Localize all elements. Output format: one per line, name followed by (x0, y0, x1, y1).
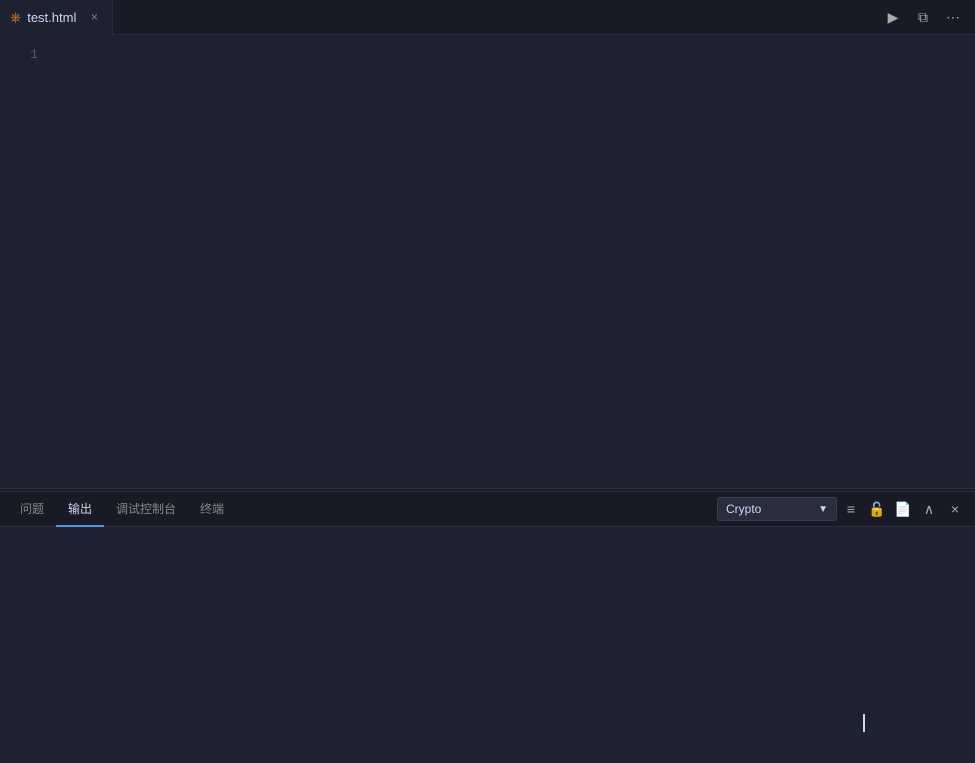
lock-scroll-button[interactable]: 🔓 (865, 497, 889, 521)
tab-output[interactable]: 输出 (56, 492, 104, 527)
dropdown-value: Crypto (726, 502, 761, 516)
output-source-dropdown[interactable]: Crypto ▼ (717, 497, 837, 521)
html-file-icon: ⎈ (10, 9, 21, 26)
more-actions-button[interactable]: ⋯ (939, 3, 967, 31)
new-file-button[interactable]: 📄 (891, 497, 915, 521)
collapse-panel-button[interactable]: ∧ (917, 497, 941, 521)
dropdown-arrow-icon: ▼ (818, 504, 828, 515)
line-number-1: 1 (0, 45, 38, 65)
tab-problems[interactable]: 问题 (8, 492, 56, 527)
bottom-panel: 问题 输出 调试控制台 终端 Crypto ▼ ≡ 🔓 📄 ∧ × (0, 492, 975, 762)
editor-area[interactable]: 1 (0, 35, 975, 488)
tab-actions: ▶ ⧉ ⋯ (879, 3, 975, 31)
editor-content[interactable] (50, 35, 975, 488)
tab-filename: test.html (27, 10, 76, 25)
tab-terminal[interactable]: 终端 (188, 492, 236, 527)
panel-content[interactable] (0, 527, 975, 762)
line-numbers: 1 (0, 35, 50, 488)
tab-debug-console[interactable]: 调试控制台 (104, 492, 188, 527)
cursor (863, 714, 865, 732)
panel-tab-bar: 问题 输出 调试控制台 终端 Crypto ▼ ≡ 🔓 📄 ∧ × (0, 492, 975, 527)
clear-output-button[interactable]: ≡ (839, 497, 863, 521)
close-panel-button[interactable]: × (943, 497, 967, 521)
split-editor-button[interactable]: ⧉ (909, 3, 937, 31)
tab-bar: ⎈ test.html × ▶ ⧉ ⋯ (0, 0, 975, 35)
run-button[interactable]: ▶ (879, 3, 907, 31)
tab-close-button[interactable]: × (86, 9, 102, 25)
panel-controls: Crypto ▼ ≡ 🔓 📄 ∧ × (717, 497, 967, 521)
file-tab[interactable]: ⎈ test.html × (0, 0, 113, 35)
